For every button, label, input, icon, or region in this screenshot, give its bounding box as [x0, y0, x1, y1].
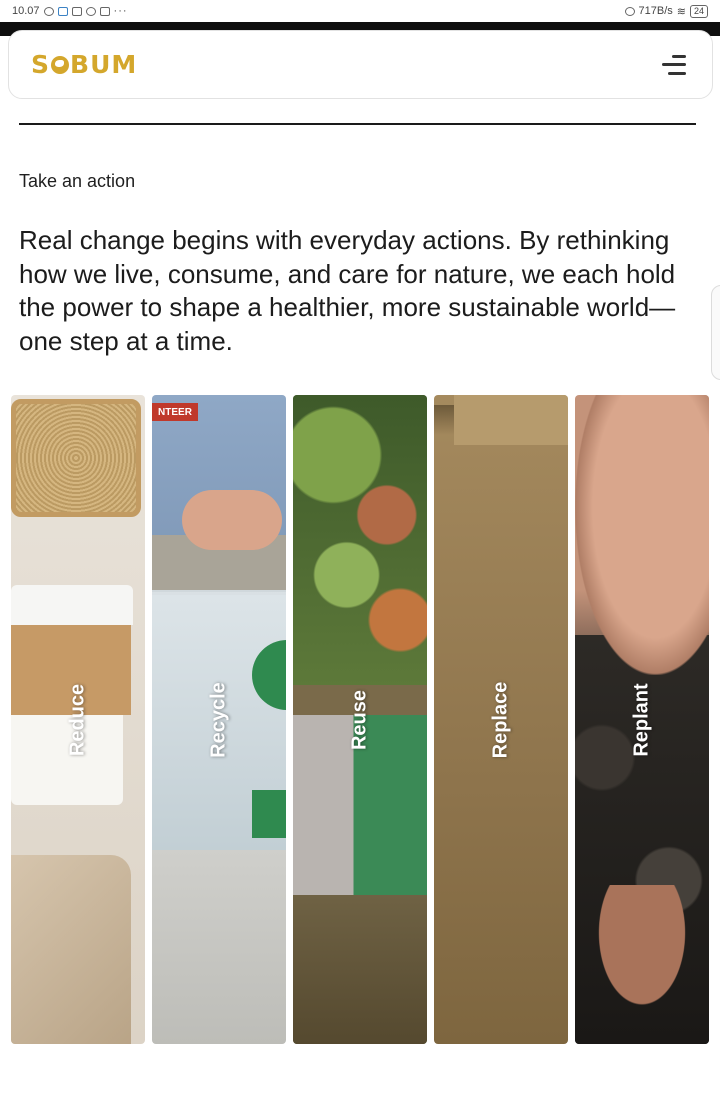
action-panel-replant[interactable]: Replant [575, 395, 709, 1044]
brush-image [11, 399, 141, 517]
side-drawer-handle[interactable] [711, 285, 720, 380]
whatsapp-icon [43, 6, 54, 16]
status-left: 10.07 ··· [12, 5, 128, 17]
game-icon [99, 6, 110, 16]
status-time: 10.07 [12, 5, 40, 17]
action-label: Reuse [348, 689, 371, 750]
site-header: S BUM [8, 30, 713, 99]
action-panel-replace[interactable]: Replace [434, 395, 568, 1044]
globe-icon [51, 55, 70, 74]
plants-image [293, 395, 427, 695]
menu-line-icon [668, 71, 686, 75]
eye-icon [624, 6, 635, 16]
action-panel-reuse[interactable]: Reuse [293, 395, 427, 1044]
bin-label-image [252, 790, 286, 838]
hands-image [182, 490, 282, 550]
palm-image [575, 885, 709, 1044]
status-right: 717B/s ≋ 24 [624, 4, 708, 18]
divider [19, 123, 696, 125]
floor-image [152, 850, 286, 1044]
section-eyebrow: Take an action [19, 171, 136, 191]
menu-line-icon [662, 63, 686, 66]
action-label: Recycle [207, 681, 230, 758]
network-speed: 717B/s [638, 5, 673, 17]
wifi-icon: ≋ [676, 5, 686, 18]
more-notifications-icon: ··· [113, 5, 128, 17]
action-panel-reduce[interactable]: Reduce [11, 395, 145, 1044]
menu-line-icon [672, 54, 686, 58]
status-bar: 10.07 ··· 717B/s ≋ 24 [0, 0, 720, 22]
hamburger-menu-button[interactable] [660, 54, 686, 75]
chat-icon [57, 6, 68, 16]
battery-icon: 24 [689, 4, 708, 18]
crate-image [293, 895, 427, 1044]
action-label: Reduce [66, 683, 89, 756]
shirt-tag: NTEER [152, 403, 198, 421]
action-label: Replant [630, 682, 653, 757]
logo[interactable]: S BUM [31, 50, 137, 79]
logo-text-right: BUM [70, 50, 138, 79]
box-flap-image [454, 395, 568, 445]
logo-text-left: S [31, 50, 51, 79]
mail-icon [71, 6, 82, 16]
action-panels: Reduce NTEER Recycle Reuse Replace Repla… [11, 395, 709, 1044]
hand-image [575, 395, 709, 675]
action-label: Replace [489, 681, 512, 758]
linen-image [11, 855, 131, 1044]
action-panel-recycle[interactable]: NTEER Recycle [152, 395, 286, 1044]
app-icon [85, 6, 96, 16]
section-lead: Real change begins with everyday actions… [19, 225, 676, 356]
cup-lid-image [11, 585, 133, 625]
